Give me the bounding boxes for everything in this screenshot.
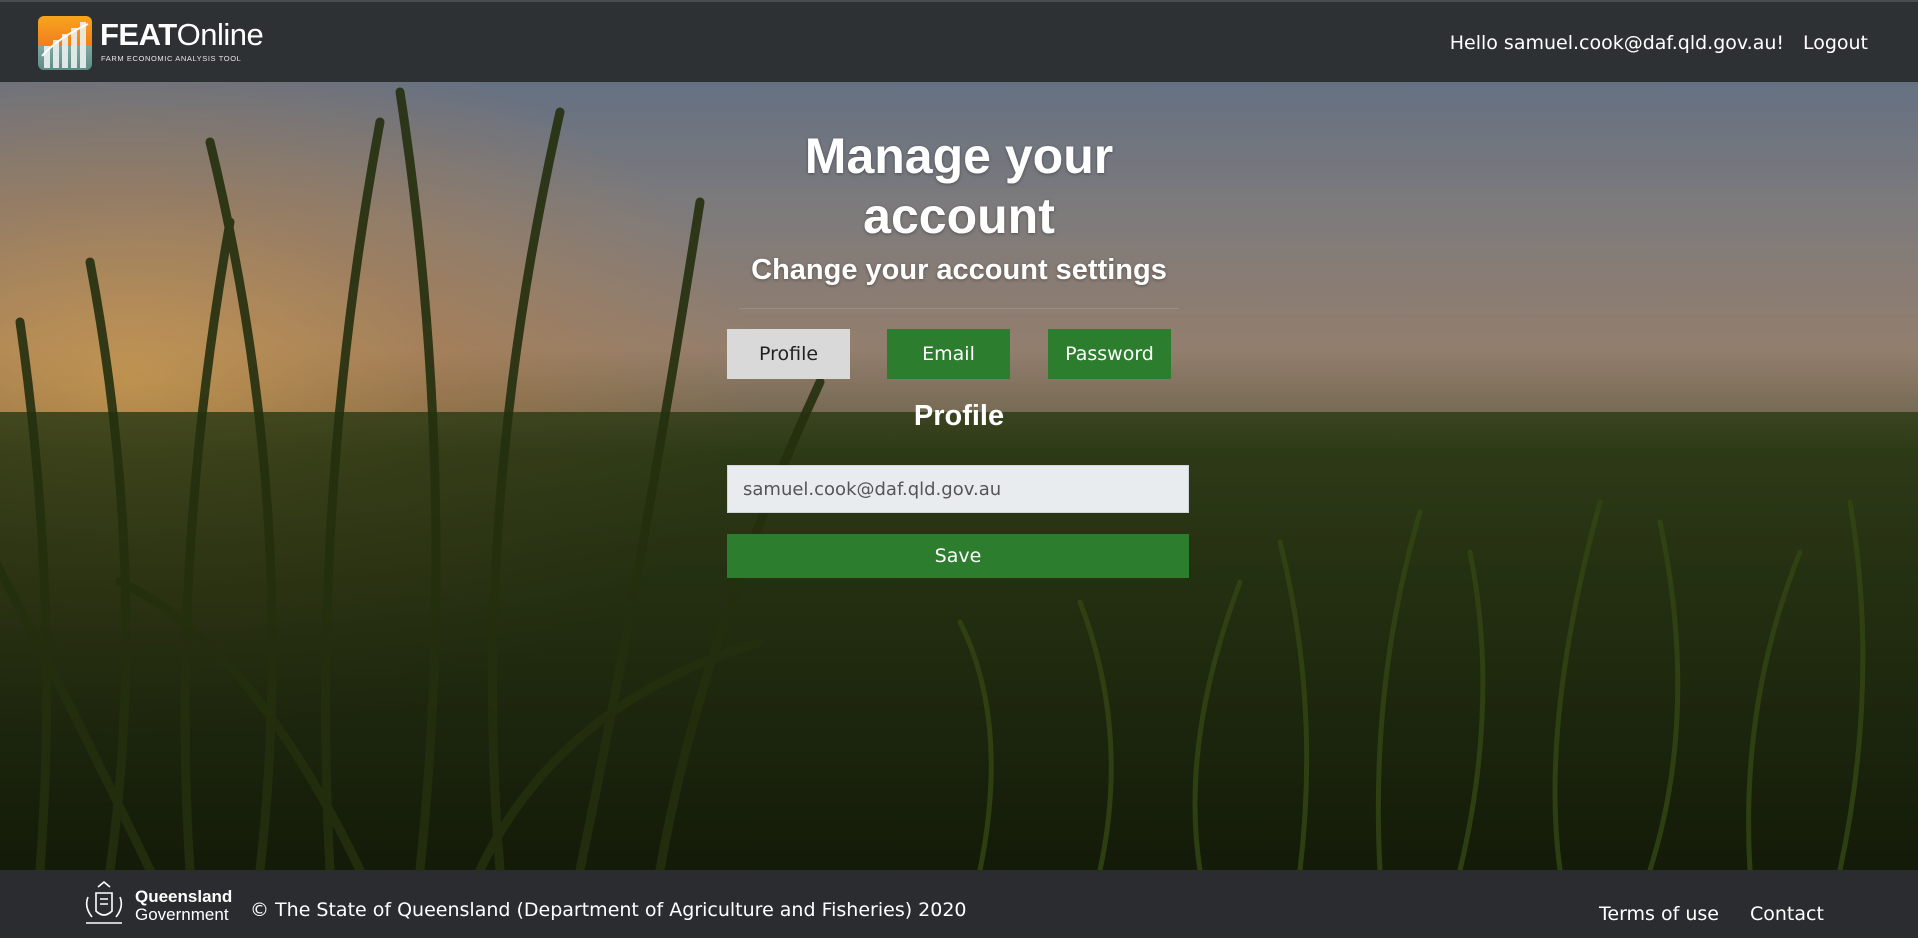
page-subtitle: Change your account settings xyxy=(751,254,1167,286)
logo-title: FEATOnline xyxy=(100,17,264,52)
page-title: Manage your account xyxy=(804,128,1114,244)
hero-section: Manage your account Change your account … xyxy=(0,82,1918,870)
terms-of-use-link[interactable]: Terms of use xyxy=(1599,903,1719,925)
government-name: Queensland xyxy=(135,887,233,906)
user-greeting: Hello samuel.cook@daf.qld.gov.au! xyxy=(1449,32,1784,54)
logo-title-bold: FEAT xyxy=(100,17,177,52)
manage-account-panel: Manage your account Change your account … xyxy=(0,82,1918,870)
section-divider xyxy=(739,308,1179,309)
email-field[interactable] xyxy=(727,465,1189,513)
profile-section-title: Profile xyxy=(913,400,1005,432)
bar-chart-logo-icon xyxy=(38,16,92,70)
feat-online-logo[interactable]: FEATOnline FARM ECONOMIC ANALYSIS TOOL xyxy=(38,16,268,72)
copyright-text: © The State of Queensland (Department of… xyxy=(250,899,967,921)
logo-title-regular: Online xyxy=(176,17,264,52)
tab-profile[interactable]: Profile xyxy=(727,329,850,379)
save-button[interactable]: Save xyxy=(727,534,1189,578)
government-label: Government xyxy=(135,905,229,924)
queensland-crest-icon xyxy=(85,880,123,924)
footer: Queensland Government © The State of Que… xyxy=(0,870,1918,938)
tab-email[interactable]: Email xyxy=(887,329,1010,379)
contact-link[interactable]: Contact xyxy=(1750,903,1824,925)
logo-subtitle: FARM ECONOMIC ANALYSIS TOOL xyxy=(101,54,242,63)
tab-password[interactable]: Password xyxy=(1048,329,1171,379)
top-navbar: FEATOnline FARM ECONOMIC ANALYSIS TOOL H… xyxy=(0,0,1918,82)
logout-link[interactable]: Logout xyxy=(1803,32,1868,54)
